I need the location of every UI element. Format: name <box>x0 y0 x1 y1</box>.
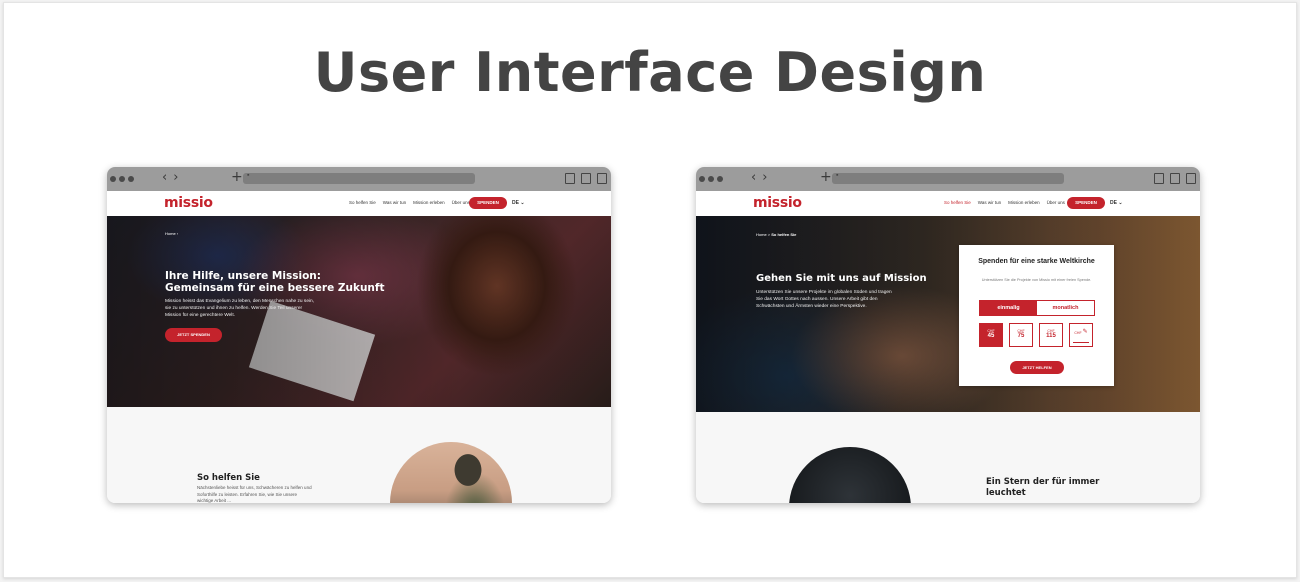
breadcrumb-home[interactable]: Home <box>756 232 767 237</box>
new-tab-icon[interactable]: + <box>820 169 832 185</box>
language-selector[interactable]: DE ⌄ <box>1110 200 1123 206</box>
back-arrow-icon[interactable]: ‹ <box>162 170 167 185</box>
address-bar[interactable]: ▪ <box>243 172 475 184</box>
amount-currency: CHF <box>1074 331 1082 335</box>
breadcrumb: Home › <box>165 231 179 236</box>
breadcrumb-current: So helfen Sie <box>771 232 797 237</box>
hero-section: Home > So helfen Sie Gehen Sie mit uns a… <box>696 216 1200 412</box>
breadcrumb-separator: > <box>767 232 771 237</box>
menu-item-so-helfen-sie[interactable]: So helfen Sie <box>944 200 971 205</box>
forward-arrow-icon[interactable]: › <box>173 170 178 185</box>
browser-window-home: ‹ › + ▪ missio So helfen Sie Was wir tun… <box>107 167 611 503</box>
amount-option-115[interactable]: CHF 115 <box>1039 323 1063 347</box>
header-donate-button[interactable]: SPENDEN <box>1067 197 1105 209</box>
hero-text: Unterstützen Sie unsere Projekte im glob… <box>756 290 892 309</box>
tabs-overview-icon[interactable] <box>597 173 607 184</box>
lock-icon: ▪ <box>247 172 250 179</box>
menu-item-was-wir-tun[interactable]: Was wir tun <box>978 200 1001 205</box>
header-donate-button[interactable]: SPENDEN <box>469 197 507 209</box>
amount-value: 45 <box>987 333 995 339</box>
circle-photo <box>789 447 911 503</box>
section-title: Ein Stern der für immer leuchtet <box>986 477 1100 499</box>
share-icon[interactable] <box>1170 173 1180 184</box>
missio-logo[interactable]: missio <box>164 195 213 211</box>
frequency-monthly-button[interactable]: monatlich <box>1037 301 1094 315</box>
missio-logo[interactable]: missio <box>753 195 802 211</box>
main-menu: So helfen Sie Was wir tun Mission erlebe… <box>944 200 1065 205</box>
language-label: DE <box>512 200 519 206</box>
hero-title: Ihre Hilfe, unsere Mission: Gemeinsam fü… <box>165 270 385 295</box>
address-bar[interactable]: ▪ <box>832 172 1064 184</box>
sidebar-icon[interactable] <box>565 173 575 184</box>
amount-option-45[interactable]: CHF 45 <box>979 323 1003 347</box>
donation-form: Spenden für eine starke Weltkirche Unter… <box>959 245 1114 386</box>
amount-currency: CHF <box>1017 329 1025 333</box>
hero-text: Mission heisst das Evangelium zu leben, … <box>165 299 315 318</box>
help-section: So helfen Sie Nächstenliebe heisst für u… <box>107 407 611 503</box>
browser-window-donate: ‹ › + ▪ missio So helfen Sie Was wir tun… <box>696 167 1200 503</box>
browser-toolbar: ‹ › + ▪ <box>696 167 1200 191</box>
menu-item-was-wir-tun[interactable]: Was wir tun <box>383 200 406 205</box>
site-header: missio So helfen Sie Was wir tun Mission… <box>696 191 1200 216</box>
amount-value: 75 <box>1017 333 1025 339</box>
new-tab-icon[interactable]: + <box>231 169 243 185</box>
minimize-dot-icon[interactable] <box>708 176 714 182</box>
language-selector[interactable]: DE ⌄ <box>512 200 525 206</box>
window-controls <box>110 176 134 182</box>
hero-donate-button[interactable]: JETZT SPENDEN <box>165 328 222 342</box>
breadcrumb-home[interactable]: Home <box>165 231 176 236</box>
menu-item-ueber-uns[interactable]: Über uns <box>1047 200 1065 205</box>
amount-currency: CHF <box>987 329 995 333</box>
maximize-dot-icon[interactable] <box>717 176 723 182</box>
minimize-dot-icon[interactable] <box>119 176 125 182</box>
hero-section: Home › Ihre Hilfe, unsere Mission: Gemei… <box>107 216 611 407</box>
menu-item-mission-erleben[interactable]: Mission erleben <box>1008 200 1040 205</box>
lock-icon: ▪ <box>836 172 839 179</box>
tabs-overview-icon[interactable] <box>1186 173 1196 184</box>
section-title: So helfen Sie <box>197 473 260 483</box>
circle-photo <box>390 442 512 503</box>
hero-image <box>696 216 1200 412</box>
site-header: missio So helfen Sie Was wir tun Mission… <box>107 191 611 216</box>
close-dot-icon[interactable] <box>110 176 116 182</box>
amount-value: 115 <box>1046 333 1056 339</box>
chevron-down-icon: ⌄ <box>1118 200 1123 206</box>
sidebar-icon[interactable] <box>1154 173 1164 184</box>
language-label: DE <box>1110 200 1117 206</box>
amount-currency: CHF <box>1047 329 1055 333</box>
menu-item-so-helfen-sie[interactable]: So helfen Sie <box>349 200 376 205</box>
back-arrow-icon[interactable]: ‹ <box>751 170 756 185</box>
chevron-down-icon: ⌄ <box>520 200 525 206</box>
breadcrumb: Home > So helfen Sie <box>756 232 796 237</box>
slide-title: User Interface Design <box>313 41 987 104</box>
maximize-dot-icon[interactable] <box>128 176 134 182</box>
donate-submit-button[interactable]: JETZT HELFEN <box>1010 361 1064 374</box>
presentation-slide: User Interface Design ‹ › + ▪ missio So … <box>3 2 1297 578</box>
share-icon[interactable] <box>581 173 591 184</box>
amount-custom-input[interactable]: CHF ✎ <box>1069 323 1093 347</box>
main-menu: So helfen Sie Was wir tun Mission erlebe… <box>349 200 470 205</box>
amount-option-75[interactable]: CHF 75 <box>1009 323 1033 347</box>
menu-item-mission-erleben[interactable]: Mission erleben <box>413 200 445 205</box>
pencil-icon: ✎ <box>1082 329 1088 335</box>
section-text: Nächstenliebe heisst für uns, Schwächere… <box>197 485 312 503</box>
menu-item-ueber-uns[interactable]: Über uns <box>452 200 470 205</box>
frequency-once-button[interactable]: einmalig <box>980 301 1037 315</box>
star-section: Ein Stern der für immer leuchtet <box>696 412 1200 503</box>
close-dot-icon[interactable] <box>699 176 705 182</box>
hero-title: Gehen Sie mit uns auf Mission <box>756 273 927 284</box>
browser-toolbar: ‹ › + ▪ <box>107 167 611 191</box>
forward-arrow-icon[interactable]: › <box>762 170 767 185</box>
window-controls <box>699 176 723 182</box>
custom-amount-underline <box>1073 342 1089 343</box>
donation-title: Spenden für eine starke Weltkirche <box>978 258 1095 265</box>
amount-options: CHF 45 CHF 75 CHF 115 CHF ✎ <box>979 323 1093 347</box>
donation-subtitle: Unterstützen Sie die Projekte von Missio… <box>981 278 1092 282</box>
frequency-toggle: einmalig monatlich <box>979 300 1095 316</box>
